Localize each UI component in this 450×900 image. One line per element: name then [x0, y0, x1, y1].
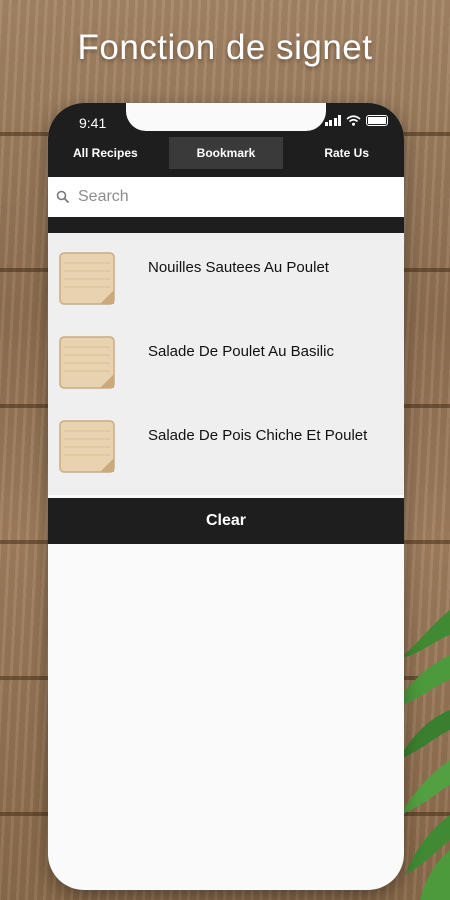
bookmark-title: Salade De Pois Chiche Et Poulet: [148, 427, 368, 444]
tab-bar: All Recipes Bookmark Rate Us: [48, 137, 404, 169]
recipe-note-icon: [59, 420, 115, 473]
battery-icon: [366, 115, 388, 126]
tab-rate-us[interactable]: Rate Us: [289, 137, 404, 169]
wifi-icon: [346, 115, 361, 126]
bookmark-list: Nouilles Sautees Au Poulet Salade De Pou…: [48, 233, 404, 495]
promo-headline: Fonction de signet: [77, 28, 373, 67]
bookmark-title: Salade De Poulet Au Basilic: [148, 343, 334, 360]
search-bar: [48, 177, 404, 217]
list-item[interactable]: Salade De Poulet Au Basilic: [48, 317, 404, 401]
search-input[interactable]: [76, 187, 360, 207]
status-icons: [324, 115, 388, 126]
search-divider: [48, 217, 404, 233]
phone-notch: [126, 103, 326, 131]
top-bar: 9:41 All Recipes Bookmark Rate Us: [48, 103, 404, 177]
search-icon: [56, 190, 70, 204]
signal-icon: [324, 115, 341, 126]
status-time: 9:41: [79, 115, 107, 131]
tab-bookmark[interactable]: Bookmark: [168, 137, 284, 169]
recipe-note-icon: [59, 252, 115, 305]
bookmark-title: Nouilles Sautees Au Poulet: [148, 259, 329, 276]
list-item[interactable]: Salade De Pois Chiche Et Poulet: [48, 401, 404, 485]
phone-frame: 9:41 All Recipes Bookmark Rate Us Search…: [48, 103, 404, 890]
clear-button[interactable]: Clear: [48, 498, 404, 544]
list-item[interactable]: Nouilles Sautees Au Poulet: [48, 233, 404, 317]
recipe-note-icon: [59, 336, 115, 389]
tab-all-recipes[interactable]: All Recipes: [48, 137, 163, 169]
